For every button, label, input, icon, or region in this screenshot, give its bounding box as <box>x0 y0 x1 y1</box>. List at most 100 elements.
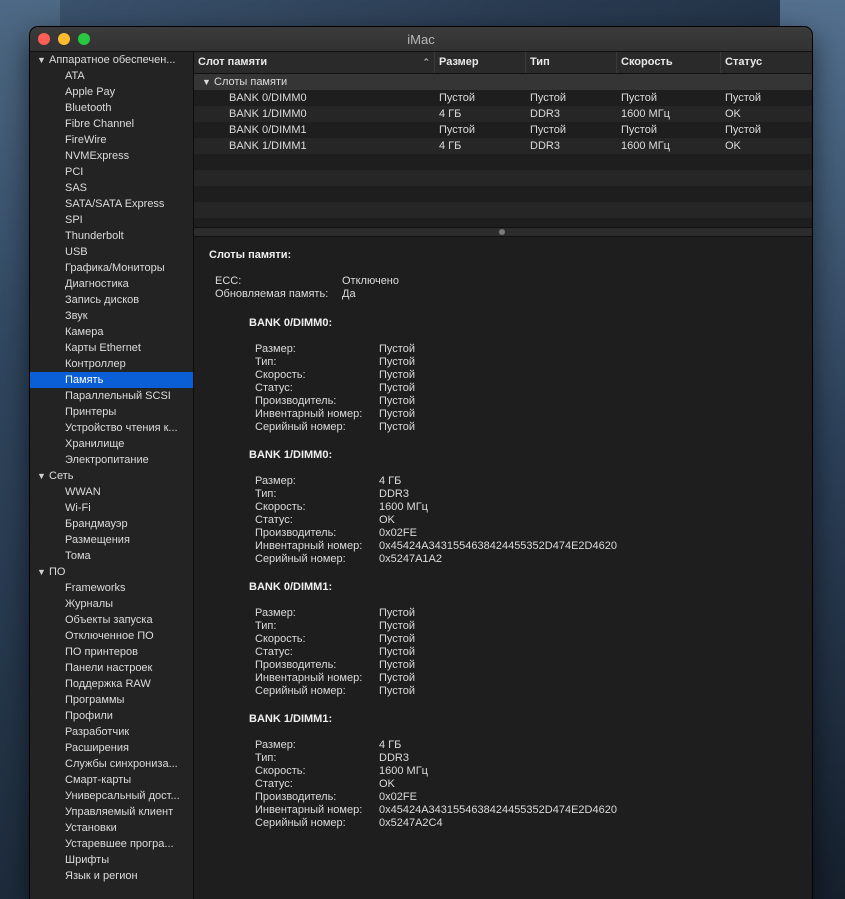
sidebar-item[interactable]: Электропитание <box>30 452 193 468</box>
sidebar-item[interactable]: Поддержка RAW <box>30 676 193 692</box>
sidebar-item[interactable]: Контроллер <box>30 356 193 372</box>
bank-field-value: DDR3 <box>379 488 409 500</box>
sidebar-category-label: Сеть <box>49 470 74 482</box>
sidebar-item[interactable]: Запись дисков <box>30 292 193 308</box>
bank-field-value: 4 ГБ <box>379 475 402 487</box>
table-row[interactable]: BANK 1/DIMM0 4 ГБ DDR3 1600 МГц OK <box>194 106 812 122</box>
sidebar-item[interactable]: Память <box>30 372 193 388</box>
bank-heading: BANK 1/DIMM0: <box>249 449 333 461</box>
sidebar-item[interactable]: Универсальный дост... <box>30 788 193 804</box>
table-row[interactable]: BANK 0/DIMM0 Пустой Пустой Пустой Пустой <box>194 90 812 106</box>
sidebar-category[interactable]: ▼ Аппаратное обеспечен... <box>30 52 193 68</box>
sidebar-item[interactable]: Разработчик <box>30 724 193 740</box>
sidebar-item[interactable]: Хранилище <box>30 436 193 452</box>
bank-field-key: Серийный номер: <box>255 553 346 565</box>
sidebar-item[interactable]: Панели настроек <box>30 660 193 676</box>
sidebar-item[interactable]: Установки <box>30 820 193 836</box>
sidebar-item[interactable]: Устаревшее програ... <box>30 836 193 852</box>
column-header-status[interactable]: Статус <box>721 52 812 73</box>
sidebar-item[interactable]: Отключенное ПО <box>30 628 193 644</box>
sidebar-item[interactable]: Программы <box>30 692 193 708</box>
sidebar-item[interactable]: Камера <box>30 324 193 340</box>
sidebar-item[interactable]: Apple Pay <box>30 84 193 100</box>
sidebar-category[interactable]: ▼ Сеть <box>30 468 193 484</box>
sidebar-item[interactable]: Размещения <box>30 532 193 548</box>
column-header-type[interactable]: Тип <box>526 52 617 73</box>
sidebar-item[interactable]: Устройство чтения к... <box>30 420 193 436</box>
table-cell: OK <box>725 140 741 152</box>
bank-heading: BANK 0/DIMM0: <box>249 317 333 329</box>
split-divider[interactable] <box>194 227 812 237</box>
sidebar-item[interactable]: Профили <box>30 708 193 724</box>
sidebar-item[interactable]: Диагностика <box>30 276 193 292</box>
sidebar-item[interactable]: Расширения <box>30 740 193 756</box>
sidebar-item[interactable]: SATA/SATA Express <box>30 196 193 212</box>
sidebar-item-label: Управляемый клиент <box>65 806 174 818</box>
title-bar[interactable]: iMac <box>30 27 812 52</box>
sidebar-item[interactable]: Смарт-карты <box>30 772 193 788</box>
sidebar-item[interactable]: WWAN <box>30 484 193 500</box>
bank-field-value: Пустой <box>379 607 415 619</box>
sidebar-item[interactable]: ПО принтеров <box>30 644 193 660</box>
sidebar-item[interactable]: Звук <box>30 308 193 324</box>
sidebar-item-label: Карты Ethernet <box>65 342 141 354</box>
table-row[interactable]: BANK 1/DIMM1 4 ГБ DDR3 1600 МГц OK <box>194 138 812 154</box>
detail-value: Отключено <box>342 275 399 287</box>
memory-table: Слот памяти ⌃ Размер Тип Скорость Статус… <box>194 52 812 218</box>
sidebar-item[interactable]: Брандмауэр <box>30 516 193 532</box>
bank-field-key: Инвентарный номер: <box>255 804 363 816</box>
sidebar-item[interactable]: USB <box>30 244 193 260</box>
disclosure-triangle-icon[interactable]: ▼ <box>37 52 46 68</box>
table-group-row[interactable]: ▼ Слоты памяти <box>194 74 812 90</box>
bank-field-key: Серийный номер: <box>255 685 346 697</box>
sidebar-item[interactable]: Параллельный SCSI <box>30 388 193 404</box>
sidebar-item[interactable]: SAS <box>30 180 193 196</box>
sidebar-item[interactable]: Карты Ethernet <box>30 340 193 356</box>
sidebar-category[interactable]: ▼ ПО <box>30 564 193 580</box>
empty-table-row <box>194 202 812 218</box>
sidebar-item[interactable]: Управляемый клиент <box>30 804 193 820</box>
disclosure-triangle-icon[interactable]: ▼ <box>202 74 211 90</box>
bank-field-value: 0x02FE <box>379 527 417 539</box>
sidebar-item[interactable]: Объекты запуска <box>30 612 193 628</box>
sidebar-item[interactable]: PCI <box>30 164 193 180</box>
sidebar-item[interactable]: Журналы <box>30 596 193 612</box>
detail-key: Обновляемая память: <box>215 288 329 300</box>
sidebar-item[interactable]: FireWire <box>30 132 193 148</box>
divider-handle-icon[interactable] <box>499 229 505 235</box>
sidebar-item[interactable]: Fibre Channel <box>30 116 193 132</box>
sidebar-item[interactable]: NVMExpress <box>30 148 193 164</box>
sidebar-item[interactable]: Принтеры <box>30 404 193 420</box>
bank-field-value: 4 ГБ <box>379 739 402 751</box>
bank-field-value: 0x5247A2C4 <box>379 817 443 829</box>
sidebar-item-label: Размещения <box>65 534 130 546</box>
sidebar-item[interactable]: Шрифты <box>30 852 193 868</box>
sidebar-item[interactable]: Bluetooth <box>30 100 193 116</box>
sidebar-item[interactable]: Wi-Fi <box>30 500 193 516</box>
bank-field-value: 0x45424A3431554638424455352D474E2D4620 <box>379 540 617 552</box>
table-cell: Пустой <box>621 92 657 104</box>
table-cell: Пустой <box>725 124 761 136</box>
column-header-size[interactable]: Размер <box>435 52 526 73</box>
sidebar-item[interactable]: Службы синхрониза... <box>30 756 193 772</box>
disclosure-triangle-icon[interactable]: ▼ <box>37 468 46 484</box>
sidebar-item-label: Параллельный SCSI <box>65 390 171 402</box>
sidebar-item[interactable]: SPI <box>30 212 193 228</box>
sidebar-item[interactable]: Язык и регион <box>30 868 193 884</box>
sidebar-item[interactable]: Frameworks <box>30 580 193 596</box>
sidebar-item-label: Графика/Мониторы <box>65 262 165 274</box>
column-header-speed[interactable]: Скорость <box>617 52 721 73</box>
sidebar-item[interactable]: ATA <box>30 68 193 84</box>
table-row[interactable]: BANK 0/DIMM1 Пустой Пустой Пустой Пустой <box>194 122 812 138</box>
sidebar-item[interactable]: Thunderbolt <box>30 228 193 244</box>
bank-field-key: Скорость: <box>255 633 306 645</box>
bank-field-key: Статус: <box>255 514 293 526</box>
disclosure-triangle-icon[interactable]: ▼ <box>37 564 46 580</box>
sidebar-item-label: Хранилище <box>65 438 125 450</box>
sidebar-item-label: Разработчик <box>65 726 130 738</box>
sidebar-item[interactable]: Тома <box>30 548 193 564</box>
sidebar-item[interactable]: Графика/Мониторы <box>30 260 193 276</box>
sidebar-item-label: Память <box>65 374 104 386</box>
sidebar-item-label: Bluetooth <box>65 102 112 114</box>
column-header-slot[interactable]: Слот памяти ⌃ <box>194 52 435 73</box>
